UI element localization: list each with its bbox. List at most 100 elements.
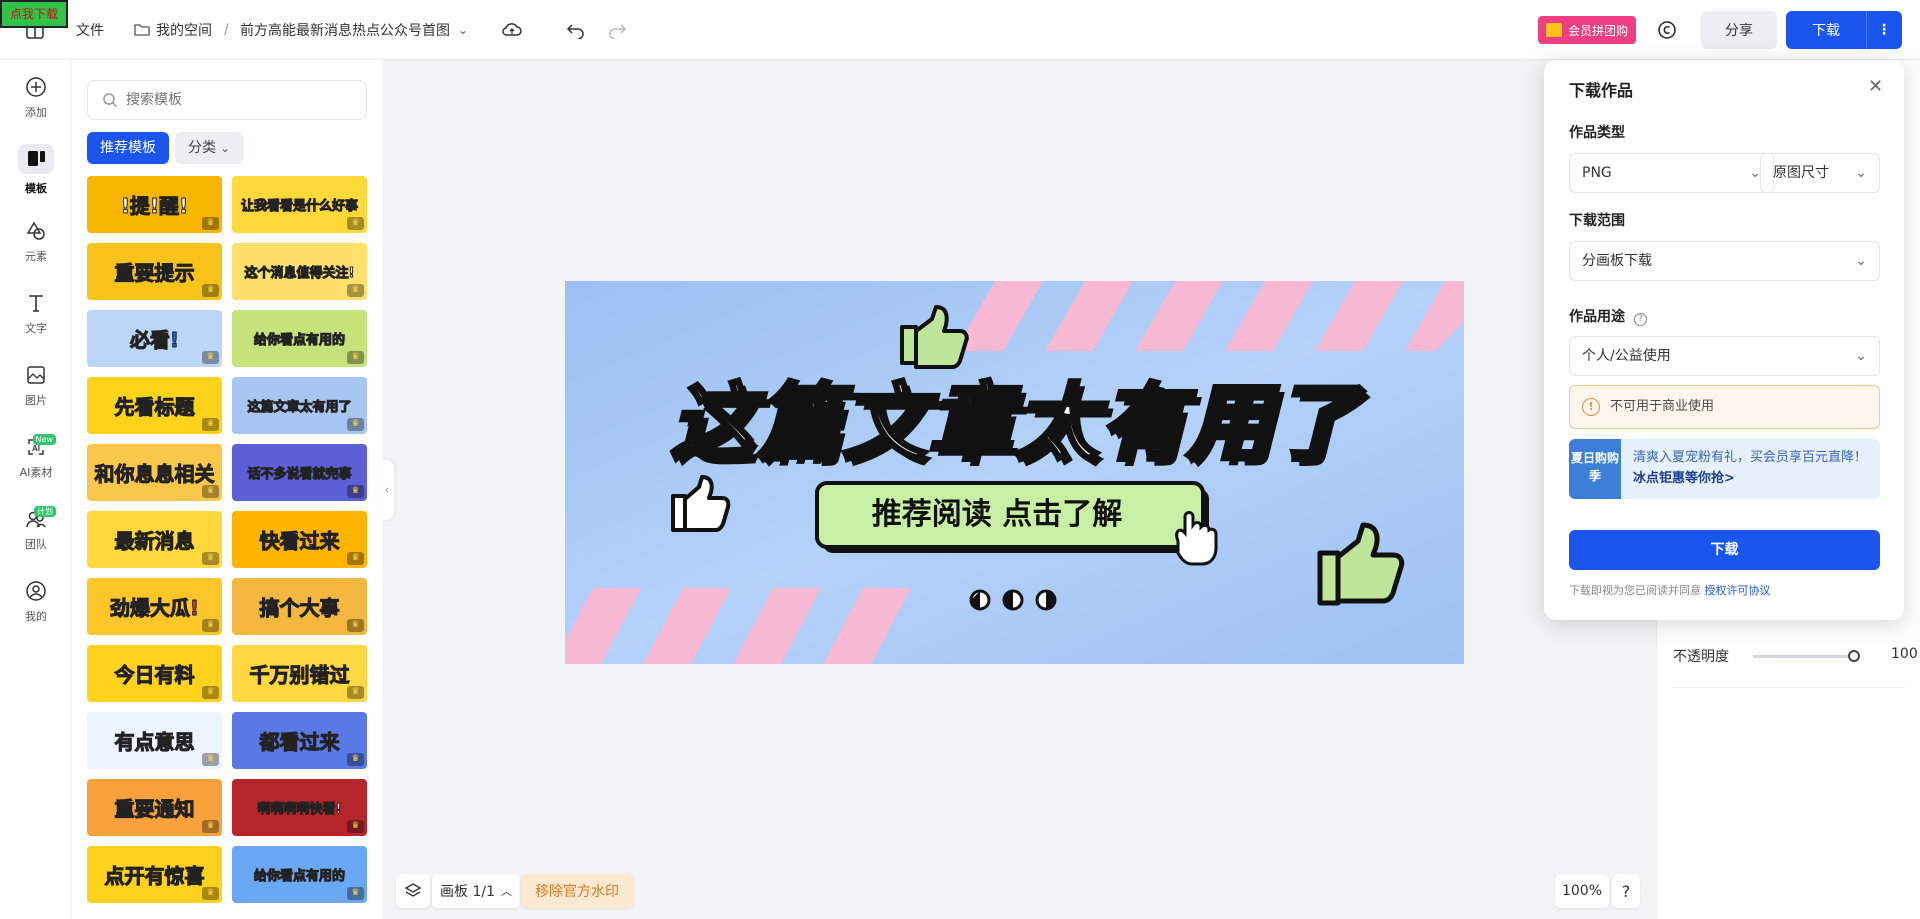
help-button[interactable]: ? bbox=[1612, 874, 1640, 908]
more-vertical-icon[interactable]: ⋮ bbox=[1867, 22, 1901, 38]
template-thumbnail[interactable]: 必看! ♛ bbox=[87, 310, 222, 367]
chevron-down-icon: ⌄ bbox=[458, 23, 469, 37]
promo-badge: 夏日购购季 bbox=[1569, 439, 1621, 499]
tab-category[interactable]: 分类 ⌄ bbox=[175, 132, 243, 164]
file-menu[interactable]: 文件 bbox=[76, 0, 104, 60]
promo-link[interactable]: 冰点钜惠等你抢> bbox=[1633, 471, 1735, 486]
template-thumbnail-text: 搞个大事 bbox=[259, 596, 340, 621]
template-thumbnail-text: 千万别错过 bbox=[249, 663, 350, 688]
template-thumbnail[interactable]: 都看过来 ♛ bbox=[232, 712, 367, 769]
sidebar-item-mine[interactable]: 我的 bbox=[8, 574, 64, 630]
type-label: 作品类型 bbox=[1569, 125, 1625, 141]
template-thumbnail[interactable]: 让我看看是什么好事 ♛ bbox=[232, 176, 367, 233]
type-select[interactable]: PNG ⌄ bbox=[1569, 153, 1774, 193]
template-thumbnail[interactable]: 啊啊啊啊快看! ♛ bbox=[232, 779, 367, 836]
range-label: 下载范围 bbox=[1569, 213, 1625, 229]
download-button[interactable]: 下载 ⋮ bbox=[1786, 11, 1902, 49]
redo-icon[interactable] bbox=[607, 0, 627, 60]
svg-text:AI: AI bbox=[32, 444, 40, 453]
sidebar-item-image[interactable]: 图片 bbox=[8, 358, 64, 414]
range-select[interactable]: 分画板下载 ⌄ bbox=[1569, 241, 1880, 281]
download-ad-button[interactable]: 点我下载 bbox=[0, 0, 68, 28]
collapse-panel-button[interactable]: ‹ bbox=[380, 460, 394, 520]
new-badge: New bbox=[32, 434, 56, 445]
template-thumbnail[interactable]: 先看标题 ♛ bbox=[87, 377, 222, 434]
vip-crown-icon: ♛ bbox=[202, 753, 219, 766]
copyright-icon[interactable] bbox=[1657, 0, 1677, 60]
sidebar-item-label: 团队 bbox=[25, 538, 47, 551]
help-circle-icon[interactable]: ? bbox=[1633, 313, 1647, 326]
template-thumbnail[interactable]: 千万别错过 ♛ bbox=[232, 645, 367, 702]
canvas-headline[interactable]: 这篇文章太有用了 bbox=[565, 372, 1464, 474]
search-box[interactable] bbox=[87, 80, 367, 120]
vip-crown-icon: ♛ bbox=[347, 686, 364, 699]
template-thumbnail[interactable]: 点开有惊喜 ♛ bbox=[87, 846, 222, 903]
image-icon bbox=[27, 366, 45, 384]
promo-line: 清爽入夏宠粉有礼，买会员享百元直降！ bbox=[1633, 450, 1868, 465]
search-input[interactable] bbox=[126, 92, 346, 108]
vip-crown-icon: ♛ bbox=[202, 284, 219, 297]
template-thumbnail-text: 有点意思 bbox=[114, 730, 195, 755]
sidebar-item-template[interactable]: 模板 bbox=[8, 142, 64, 198]
zoom-level[interactable]: 100% bbox=[1555, 874, 1609, 908]
sidebar-item-label: AI素材 bbox=[19, 466, 53, 479]
vip-crown-icon: ♛ bbox=[202, 552, 219, 565]
confirm-download-button[interactable]: 下载 bbox=[1569, 530, 1880, 570]
size-select[interactable]: 原图尺寸 ⌄ bbox=[1760, 153, 1880, 193]
warning-text: 不可用于商业使用 bbox=[1610, 399, 1715, 414]
shapes-icon bbox=[26, 221, 45, 240]
vip-crown-icon: ♛ bbox=[202, 418, 219, 431]
remove-watermark-button[interactable]: 移除官方水印 bbox=[521, 874, 633, 908]
license-agreement-link[interactable]: 授权许可协议 bbox=[1705, 584, 1771, 597]
template-thumbnail[interactable]: 话不多说看就完事 ♛ bbox=[232, 444, 367, 501]
template-thumbnail[interactable]: 这篇文章太有用了 ♛ bbox=[232, 377, 367, 434]
sidebar-item-label: 文字 bbox=[25, 322, 47, 335]
opacity-slider-handle[interactable] bbox=[1848, 650, 1860, 662]
download-dialog: 下载作品 ✕ 作品类型 PNG ⌄ 原图尺寸 ⌄ 下载范围 分画板下载 ⌄ 作品… bbox=[1544, 60, 1904, 620]
commercial-warning: ! 不可用于商业使用 bbox=[1569, 385, 1880, 429]
template-thumbnail[interactable]: 今日有料 ♛ bbox=[87, 645, 222, 702]
vip-group-buy-button[interactable]: 会员拼团购 bbox=[1538, 16, 1637, 44]
promo-banner[interactable]: 夏日购购季 清爽入夏宠粉有礼，买会员享百元直降！ 冰点钜惠等你抢> bbox=[1569, 439, 1880, 499]
sidebar-item-text[interactable]: 文字 bbox=[8, 286, 64, 342]
plan-badge: 计划 bbox=[34, 506, 56, 517]
template-thumbnail[interactable]: 重要通知 ♛ bbox=[87, 779, 222, 836]
template-thumbnail[interactable]: 最新消息 ♛ bbox=[87, 511, 222, 568]
undo-icon[interactable] bbox=[566, 0, 586, 60]
sidebar-item-add[interactable]: 添加 bbox=[8, 70, 64, 126]
template-thumbnail[interactable]: 这个消息值得关注! ♛ bbox=[232, 243, 367, 300]
share-button[interactable]: 分享 bbox=[1701, 11, 1777, 49]
sidebar-item-ai[interactable]: New AI AI素材 bbox=[8, 430, 64, 486]
top-bar: 点我下载 文件 我的空间 / 前方高能最新消息热点公众号首图 ⌄ 会员拼团购 分… bbox=[0, 0, 1920, 60]
usage-select[interactable]: 个人/公益使用 ⌄ bbox=[1569, 336, 1880, 376]
sidebar-item-team[interactable]: 计划 团队 bbox=[8, 502, 64, 558]
template-thumbnail[interactable]: 重要提示 ♛ bbox=[87, 243, 222, 300]
tab-recommended[interactable]: 推荐模板 bbox=[87, 132, 169, 164]
vip-crown-icon: ♛ bbox=[347, 351, 364, 364]
template-thumbnail[interactable]: 和你息息相关 ♛ bbox=[87, 444, 222, 501]
opacity-label: 不透明度 bbox=[1673, 649, 1729, 665]
doc-title[interactable]: 前方高能最新消息热点公众号首图 ⌄ bbox=[240, 0, 468, 60]
template-thumbnail[interactable]: 给你看点有用的 ♛ bbox=[232, 846, 367, 903]
close-icon[interactable]: ✕ bbox=[1868, 76, 1883, 97]
design-canvas[interactable]: 这篇文章太有用了 推荐阅读 点击了解 bbox=[565, 281, 1464, 664]
template-thumbnail[interactable]: 快看过来 ♛ bbox=[232, 511, 367, 568]
template-thumbnail[interactable]: 有点意思 ♛ bbox=[87, 712, 222, 769]
cloud-save-icon[interactable] bbox=[501, 0, 523, 60]
chevron-up-icon: ︿ bbox=[500, 885, 512, 898]
artboard-selector[interactable]: 画板 1/1 ︿ bbox=[432, 874, 520, 908]
template-thumbnail[interactable]: 给你看点有用的 ♛ bbox=[232, 310, 367, 367]
sidebar-item-label: 我的 bbox=[25, 610, 47, 623]
template-thumbnail[interactable]: 搞个大事 ♛ bbox=[232, 578, 367, 635]
sidebar-item-elements[interactable]: 元素 bbox=[8, 214, 64, 270]
template-thumbnail[interactable]: 劲爆大瓜! ♛ bbox=[87, 578, 222, 635]
my-space-link[interactable]: 我的空间 bbox=[134, 0, 212, 60]
template-thumbnail-text: 点开有惊喜 bbox=[104, 864, 205, 889]
layers-icon[interactable] bbox=[396, 874, 430, 908]
canvas-cta-text[interactable]: 推荐阅读 点击了解 bbox=[817, 483, 1177, 547]
opacity-value[interactable]: 100 bbox=[1891, 646, 1918, 662]
vip-crown-icon: ♛ bbox=[347, 485, 364, 498]
template-thumbnail[interactable]: !提!醒! ♛ bbox=[87, 176, 222, 233]
plus-circle-icon bbox=[26, 77, 46, 97]
opacity-slider[interactable] bbox=[1753, 650, 1860, 662]
